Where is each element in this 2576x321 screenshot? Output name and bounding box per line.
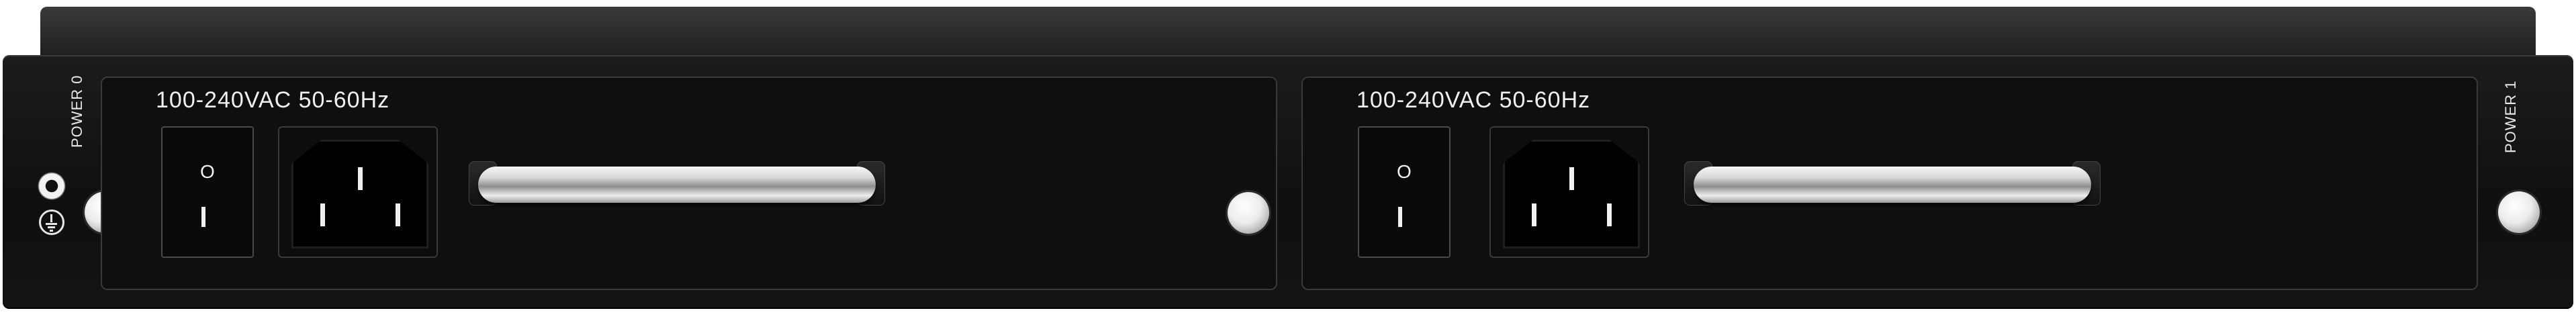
iec-c14-inlet-icon[interactable]: [1489, 126, 1649, 258]
power-switch[interactable]: O: [1358, 126, 1451, 258]
psu-rating-label: 100-240VAC 50-60Hz: [156, 87, 390, 113]
switch-on-mark: [1398, 207, 1402, 227]
chassis-top-lid: [40, 7, 2536, 59]
power-1-label: POWER 1: [2502, 80, 2519, 153]
thumbscrew-icon[interactable]: [1228, 192, 1269, 234]
power-0-label: POWER 0: [68, 75, 85, 148]
handle-icon[interactable]: [1684, 161, 2101, 219]
power-supply-module-1: 100-240VAC 50-60Hz O: [1301, 77, 2478, 290]
iec-c14-inlet-icon[interactable]: [278, 126, 438, 258]
power-supply-module-0: 100-240VAC 50-60Hz O: [101, 77, 1277, 290]
switch-off-mark: O: [1397, 161, 1412, 182]
psu-rating-label: 100-240VAC 50-60Hz: [1356, 87, 1591, 113]
switch-on-mark: [201, 207, 205, 227]
thumbscrew-icon[interactable]: [2498, 191, 2540, 233]
handle-icon[interactable]: [469, 161, 885, 219]
switch-off-mark: O: [200, 161, 215, 182]
ground-icon: [39, 210, 64, 235]
ground-jack-icon[interactable]: [38, 172, 66, 200]
power-switch[interactable]: O: [161, 126, 254, 258]
